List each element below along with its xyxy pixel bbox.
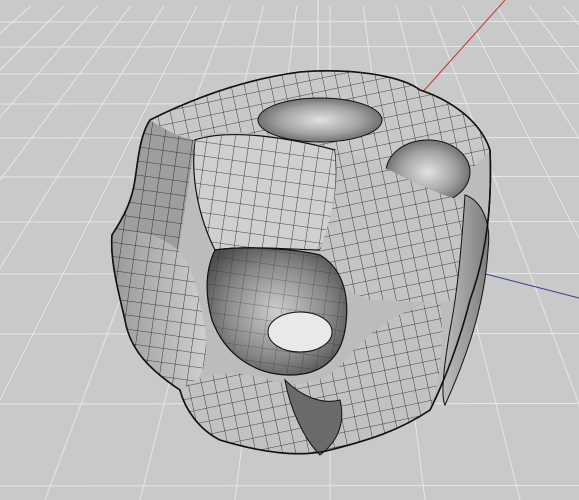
mesh-top-hole <box>257 97 383 143</box>
axis-y-line <box>469 269 579 299</box>
grid-line <box>529 5 579 73</box>
mesh-front-hole-inner <box>267 311 333 353</box>
3d-viewport[interactable] <box>0 0 579 500</box>
grid-line <box>495 5 579 140</box>
mesh-object[interactable] <box>110 70 492 456</box>
mesh-front-bridge-wire <box>193 134 337 250</box>
grid-line <box>0 5 98 118</box>
grid-line <box>562 5 579 26</box>
grid-line <box>0 5 32 35</box>
viewport-canvas[interactable] <box>0 0 579 500</box>
grid-line <box>0 5 131 181</box>
